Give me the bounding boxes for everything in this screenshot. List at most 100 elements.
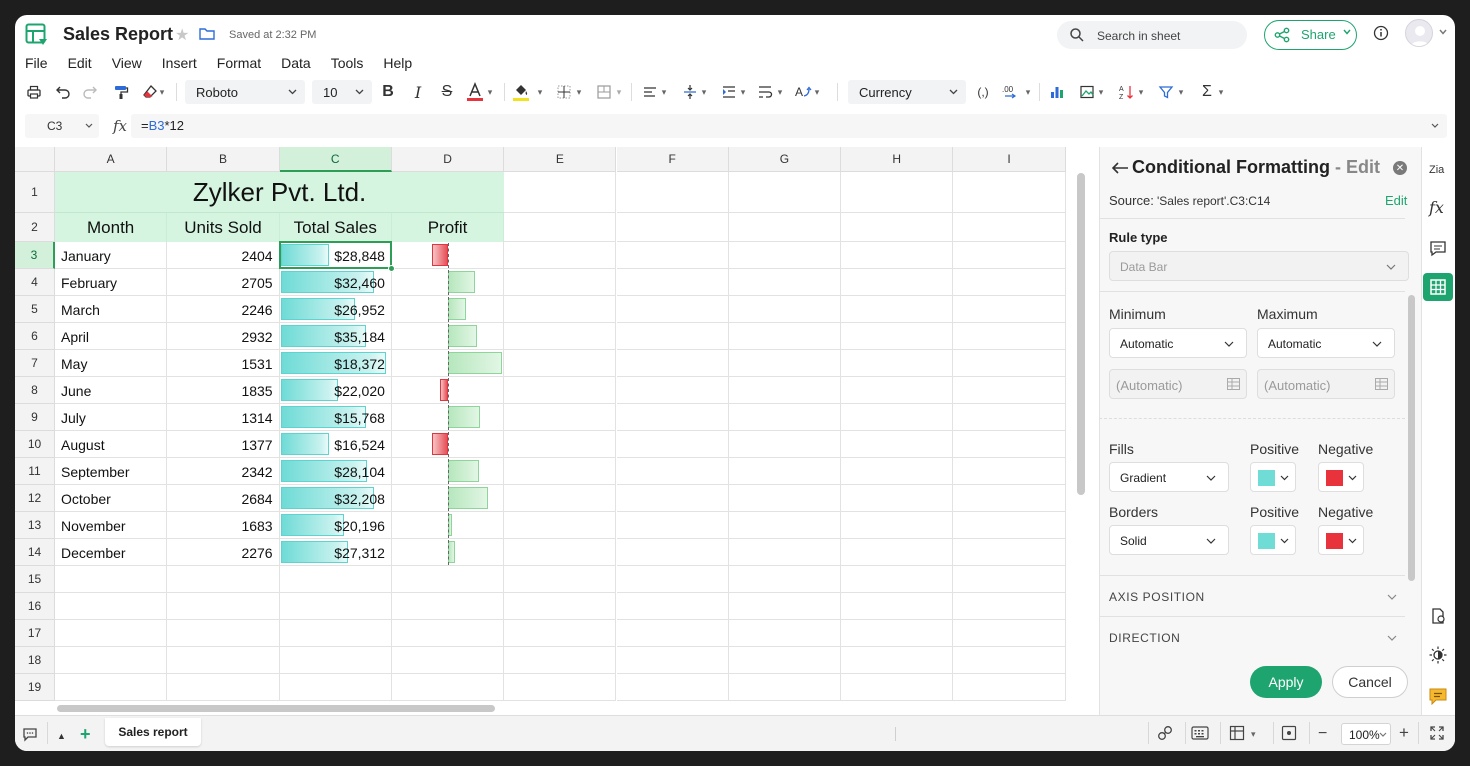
spreadsheet-grid[interactable]: A B C D E F G H I 1 2 3 4 5 6 7 8 9 10 11 12 13 14 15 16 17 18 19 Zy… xyxy=(15,147,1090,715)
horizontal-scrollbar[interactable] xyxy=(57,705,495,712)
cell[interactable] xyxy=(504,539,617,566)
cell[interactable] xyxy=(728,172,842,213)
avatar[interactable] xyxy=(1405,19,1433,47)
cell[interactable] xyxy=(504,172,617,213)
sheet-title-cell[interactable]: Zylker Pvt. Ltd. xyxy=(55,172,505,213)
column-header[interactable]: G xyxy=(728,147,842,172)
redo-icon[interactable] xyxy=(79,81,101,103)
fill-negative-color-picker[interactable] xyxy=(1318,462,1364,492)
fills-select[interactable]: Gradient xyxy=(1109,462,1229,492)
cell[interactable] xyxy=(616,431,729,458)
cell[interactable] xyxy=(728,213,842,242)
cell[interactable] xyxy=(953,213,1066,242)
fill-handle[interactable] xyxy=(387,265,395,272)
cell[interactable] xyxy=(279,593,392,620)
chevron-down-icon[interactable]: ▾ xyxy=(535,81,545,103)
chevron-down-icon[interactable] xyxy=(1387,594,1397,600)
row-header[interactable]: 18 xyxy=(15,647,55,674)
cell[interactable] xyxy=(841,350,954,377)
cell[interactable] xyxy=(841,404,954,431)
cell[interactable] xyxy=(167,566,280,593)
cell[interactable] xyxy=(167,674,280,701)
cell[interactable] xyxy=(616,485,729,512)
caret-up-icon[interactable]: ▲ xyxy=(57,731,66,741)
rotate-icon[interactable]: A xyxy=(792,81,814,103)
fullscreen-icon[interactable] xyxy=(1429,725,1445,741)
cell[interactable] xyxy=(953,242,1066,269)
axis-position-section[interactable]: AXIS POSITION xyxy=(1109,590,1205,604)
units-cell[interactable]: 1531 xyxy=(167,350,280,377)
cell[interactable] xyxy=(504,404,617,431)
cell[interactable] xyxy=(616,539,729,566)
month-cell[interactable]: August xyxy=(55,431,168,458)
cell[interactable] xyxy=(504,269,617,296)
column-header[interactable]: F xyxy=(616,147,729,172)
cell[interactable] xyxy=(728,647,842,674)
cell[interactable] xyxy=(953,566,1066,593)
cell[interactable] xyxy=(504,566,617,593)
total-sales-cell[interactable]: $22,020 xyxy=(279,377,392,404)
cell[interactable] xyxy=(279,647,392,674)
cell[interactable] xyxy=(616,674,729,701)
chevron-down-icon[interactable]: ▾ xyxy=(157,81,167,103)
wrap-icon[interactable] xyxy=(754,81,776,103)
chart-icon[interactable] xyxy=(1046,81,1068,103)
column-title-cell[interactable]: Total Sales xyxy=(279,213,392,242)
fill-positive-color-picker[interactable] xyxy=(1250,462,1296,492)
total-sales-cell[interactable]: $16,524 xyxy=(279,431,392,458)
profit-cell[interactable] xyxy=(391,269,505,296)
column-header[interactable]: E xyxy=(504,147,617,172)
cell[interactable] xyxy=(616,296,729,323)
cell[interactable] xyxy=(616,242,729,269)
back-arrow-icon[interactable] xyxy=(1111,161,1129,175)
maximum-value-input[interactable]: (Automatic) xyxy=(1257,369,1395,399)
link-icon[interactable] xyxy=(1156,724,1174,742)
row-header[interactable]: 16 xyxy=(15,593,55,620)
menu-edit[interactable]: Edit xyxy=(58,55,102,75)
profit-cell[interactable] xyxy=(391,242,505,269)
cell[interactable] xyxy=(391,593,505,620)
cell[interactable] xyxy=(504,213,617,242)
month-cell[interactable]: March xyxy=(55,296,168,323)
cell[interactable] xyxy=(841,431,954,458)
cell[interactable] xyxy=(504,296,617,323)
profit-cell[interactable] xyxy=(391,431,505,458)
total-sales-cell[interactable]: $18,372 xyxy=(279,350,392,377)
minimum-value-input[interactable]: (Automatic) xyxy=(1109,369,1247,399)
cell[interactable] xyxy=(167,647,280,674)
image-icon[interactable] xyxy=(1076,81,1098,103)
cell[interactable] xyxy=(841,172,954,213)
cell[interactable] xyxy=(391,566,505,593)
chevron-down-icon[interactable]: ▾ xyxy=(1251,729,1256,740)
cell[interactable] xyxy=(279,620,392,647)
cell[interactable] xyxy=(504,431,617,458)
cell[interactable] xyxy=(953,431,1066,458)
chat-bubble-icon[interactable] xyxy=(22,726,38,742)
cell[interactable] xyxy=(728,620,842,647)
cell[interactable] xyxy=(504,458,617,485)
chevron-down-icon[interactable]: ▾ xyxy=(738,81,748,103)
chevron-down-icon[interactable]: ▾ xyxy=(1176,81,1186,103)
menu-data[interactable]: Data xyxy=(271,55,321,75)
name-box[interactable]: C3 xyxy=(25,114,99,138)
chevron-down-icon[interactable]: ▾ xyxy=(775,81,785,103)
merge-icon[interactable] xyxy=(593,81,615,103)
total-sales-cell[interactable]: $27,312 xyxy=(279,539,392,566)
cell[interactable] xyxy=(953,674,1066,701)
row-header[interactable]: 13 xyxy=(15,512,55,539)
star-icon[interactable]: ★ xyxy=(175,25,189,45)
cell[interactable] xyxy=(953,172,1066,213)
profit-cell[interactable] xyxy=(391,296,505,323)
total-sales-cell[interactable]: $32,460 xyxy=(279,269,392,296)
minimum-select[interactable]: Automatic xyxy=(1109,328,1247,358)
menu-help[interactable]: Help xyxy=(373,55,422,75)
cell[interactable] xyxy=(55,674,168,701)
total-sales-cell[interactable]: $35,184 xyxy=(279,323,392,350)
cell[interactable] xyxy=(616,458,729,485)
column-header[interactable]: I xyxy=(953,147,1066,172)
cell[interactable] xyxy=(504,647,617,674)
fit-screen-icon[interactable] xyxy=(1281,725,1297,741)
sheet-tab-sales-report[interactable]: Sales report xyxy=(105,718,201,746)
font-size-select[interactable]: 10 xyxy=(312,80,372,104)
paint-format-icon[interactable] xyxy=(110,81,132,103)
